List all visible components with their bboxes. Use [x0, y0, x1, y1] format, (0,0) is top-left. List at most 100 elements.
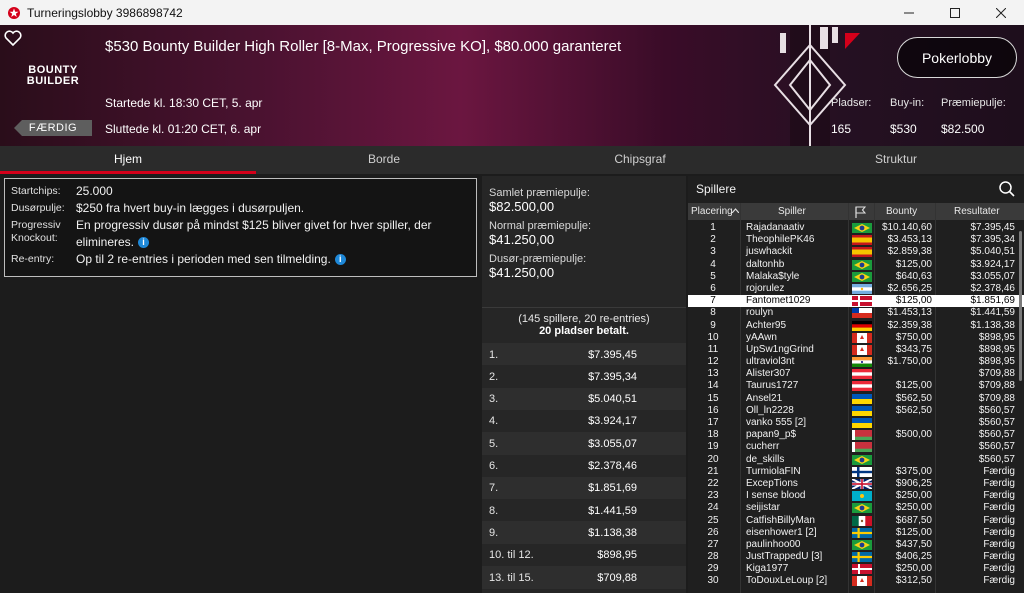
germany-flag-icon	[852, 320, 872, 331]
player-row[interactable]: 11 UpSw1ngGrind $343,75 $898,95	[688, 344, 1024, 356]
info-value: Op til 2 re-entries i perioden med sen t…	[76, 251, 470, 268]
player-row[interactable]: 28 JustTrappedU [3] $406,25 Færdig	[688, 551, 1024, 563]
player-bounty: $250,00	[895, 490, 932, 502]
player-row[interactable]: 14 Taurus1727 $125,00 $709,88	[688, 380, 1024, 392]
player-bounty: $250,00	[895, 502, 932, 514]
brazil-flag-icon	[852, 223, 872, 233]
player-row[interactable]: 9 Achter95 $2.359,38 $1.138,38	[688, 320, 1024, 332]
player-place: 28	[707, 551, 719, 563]
player-place: 24	[707, 502, 719, 514]
payout-place: 10. til 12.	[489, 549, 534, 562]
player-row[interactable]: 6 rojorulez $2.656,25 $2.378,46	[688, 283, 1024, 295]
player-name: ToDouxLeLoup [2]	[746, 575, 828, 587]
close-button[interactable]	[978, 0, 1024, 25]
player-row[interactable]: 1 Rajadanaativ $10.140,60 $7.395,45	[688, 222, 1024, 234]
entries-summary: (145 spillere, 20 re-entries)	[518, 313, 650, 325]
player-row[interactable]: 3 juswhackit $2.859,38 $5.040,51	[688, 246, 1024, 258]
payout-amount: $898,95	[597, 549, 637, 562]
player-name: cucherr	[746, 441, 780, 453]
flag-column-icon[interactable]	[854, 206, 866, 218]
tab-tables[interactable]: Borde	[256, 146, 512, 174]
player-row[interactable]: 5 Malaka$tyle $640,63 $3.055,07	[688, 271, 1024, 283]
bounty-builder-logo: BOUNTY BUILDER	[26, 64, 80, 87]
player-row[interactable]: 18 papan9_p$ $500,00 $560,57	[688, 429, 1024, 441]
player-row[interactable]: 10 yAAwn $750,00 $898,95	[688, 332, 1024, 344]
player-row[interactable]: 22 ExcepTions $906,25 Færdig	[688, 478, 1024, 490]
player-row[interactable]: 16 Oll_ln2228 $562,50 $560,57	[688, 405, 1024, 417]
player-result: $7.395,45	[970, 222, 1016, 233]
player-name: Fantomet1029	[746, 295, 811, 307]
player-result: $898,95	[978, 356, 1015, 368]
info-value: 25.000	[76, 184, 113, 198]
player-row[interactable]: 26 eisenhower1 [2] $125,00 Færdig	[688, 527, 1024, 539]
tab-home[interactable]: Hjem	[0, 146, 256, 174]
player-bounty: $343,75	[895, 343, 932, 355]
player-row[interactable]: 30 ToDouxLeLoup [2] $312,50 Færdig	[688, 575, 1024, 587]
player-row[interactable]: 27 paulinhoo00 $437,50 Færdig	[688, 539, 1024, 551]
player-row[interactable]: 25 CatfishBillyMan $687,50 Færdig	[688, 515, 1024, 527]
ukraine-flag-icon	[852, 405, 872, 416]
col-place[interactable]: Placering	[691, 206, 733, 217]
ukraine-flag-icon	[852, 393, 872, 404]
info-row-startchips: Startchips: 25.000	[11, 183, 470, 200]
col-bounty[interactable]: Bounty	[886, 206, 917, 217]
info-icon[interactable]: i	[334, 254, 346, 266]
player-bounty: $125,00	[895, 258, 932, 270]
player-name: Achter95	[746, 319, 787, 331]
payout-row: 9. $1.138,38	[482, 521, 686, 545]
player-row[interactable]: 20 de_skills $560,57	[688, 454, 1024, 466]
denmark-flag-icon	[852, 564, 872, 575]
poker-lobby-button[interactable]: Pokerlobby	[897, 37, 1017, 78]
player-row[interactable]: 13 Alister307 $709,88	[688, 368, 1024, 380]
search-icon[interactable]	[998, 180, 1016, 198]
player-row[interactable]: 8 roulyn $1.453,13 $1.441,59	[688, 307, 1024, 319]
payout-place: 1.	[489, 348, 499, 361]
player-row[interactable]: 7 Fantomet1029 $125,00 $1.851,69	[688, 295, 1024, 308]
player-result: $2.378,46	[970, 282, 1016, 294]
player-place: 12	[707, 356, 719, 368]
player-place: 21	[707, 465, 719, 477]
info-icon[interactable]: i	[138, 237, 150, 249]
players-scrollbar[interactable]	[1019, 231, 1022, 381]
info-row-progressive-ko: Progressiv Knockout: En progressiv dusør…	[11, 217, 470, 251]
player-row[interactable]: 12 ultraviol3nt $1.750,00 $898,95	[688, 356, 1024, 368]
bounty-prize-value: $41.250,00	[489, 265, 555, 280]
maximize-button[interactable]	[932, 0, 978, 25]
col-result[interactable]: Resultater	[954, 206, 1000, 217]
total-prize-value: $82.500,00	[489, 199, 555, 214]
player-row[interactable]: 4 daltonhb $125,00 $3.924,17	[688, 259, 1024, 271]
col-player[interactable]: Spiller	[778, 206, 806, 217]
player-name: daltonhb	[746, 258, 785, 270]
player-row[interactable]: 15 Ansel21 $562,50 $709,88	[688, 393, 1024, 405]
player-row[interactable]: 17 vanko 555 [2] $560,57	[688, 417, 1024, 429]
payout-place: 2.	[489, 370, 499, 383]
player-place: 2	[710, 234, 716, 246]
player-result: Færdig	[983, 551, 1015, 563]
player-name: juswhackit	[746, 246, 793, 258]
player-bounty: $562,50	[895, 392, 932, 404]
brazil-flag-icon	[852, 259, 872, 270]
tab-chip-graph[interactable]: Chipsgraf	[512, 146, 768, 174]
player-bounty: $312,50	[895, 575, 932, 587]
player-bounty: $375,00	[895, 465, 932, 477]
player-place: 30	[707, 575, 719, 587]
finland-flag-icon	[852, 466, 872, 477]
sort-asc-icon	[732, 208, 739, 213]
minimize-button[interactable]	[886, 0, 932, 25]
player-place: 26	[707, 526, 719, 538]
player-row[interactable]: 21 TurmiolaFIN $375,00 Færdig	[688, 466, 1024, 478]
player-row[interactable]: 2 TheophilePK46 $3.453,13 $7.395,34	[688, 234, 1024, 246]
buyin-label: Buy-in:	[890, 97, 925, 109]
favorite-heart-icon[interactable]	[4, 30, 22, 46]
player-row[interactable]: 19 cucherr $560,57	[688, 441, 1024, 453]
start-time: Startede kl. 18:30 CET, 5. apr	[105, 96, 263, 110]
player-row[interactable]: 24 seijistar $250,00 Færdig	[688, 502, 1024, 514]
player-row[interactable]: 29 Kiga1977 $250,00 Færdig	[688, 563, 1024, 575]
payout-row: 4. $3.924,17	[482, 409, 686, 433]
player-name: vanko 555 [2]	[746, 417, 807, 428]
tab-structure[interactable]: Struktur	[768, 146, 1024, 174]
player-result: $560,57	[978, 404, 1015, 416]
player-result: $560,57	[978, 453, 1015, 465]
player-place: 20	[707, 453, 719, 465]
player-row[interactable]: 23 I sense blood $250,00 Færdig	[688, 490, 1024, 502]
